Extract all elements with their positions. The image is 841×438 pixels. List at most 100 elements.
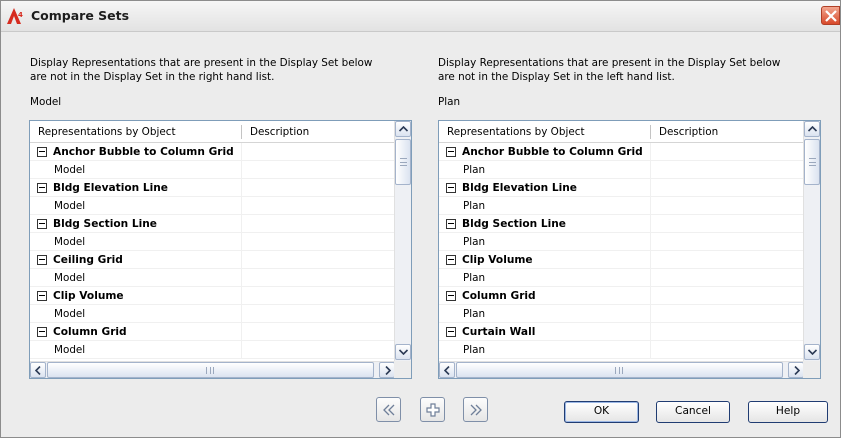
row-label: Plan [463, 200, 486, 212]
scroll-down-button[interactable] [395, 344, 411, 360]
right-description-line-2: are not in the Display Set in the left h… [438, 71, 675, 83]
copy-to-right-button[interactable] [463, 397, 488, 422]
add-button[interactable] [420, 397, 445, 422]
tree-child-row[interactable]: Plan [439, 197, 805, 215]
tree-group-row[interactable]: Ceiling Grid [30, 251, 396, 269]
collapse-toggle-icon[interactable] [446, 255, 456, 265]
tree-child-row[interactable]: Model [30, 341, 396, 359]
scroll-left-button[interactable] [439, 362, 455, 378]
tree-child-row[interactable]: Plan [439, 305, 805, 323]
column-separator[interactable] [241, 125, 242, 139]
column-header-representations[interactable]: Representations by Object [447, 126, 585, 138]
tree-child-row[interactable]: Model [30, 197, 396, 215]
scroll-right-button[interactable] [379, 362, 395, 378]
right-list-header: Representations by Object Description [439, 121, 805, 143]
row-label: Model [54, 200, 86, 212]
tree-group-row[interactable]: Anchor Bubble to Column Grid [30, 143, 396, 161]
tree-group-row[interactable]: Bldg Section Line [439, 215, 805, 233]
close-icon [825, 10, 837, 22]
collapse-toggle-icon[interactable] [37, 255, 47, 265]
tree-group-row[interactable]: Bldg Elevation Line [439, 179, 805, 197]
column-header-description[interactable]: Description [659, 126, 718, 138]
tree-group-row[interactable]: Bldg Section Line [30, 215, 396, 233]
column-header-description[interactable]: Description [250, 126, 309, 138]
collapse-toggle-icon[interactable] [37, 219, 47, 229]
plus-icon [426, 403, 440, 417]
chevron-right-icon [385, 366, 391, 375]
chevron-right-icon [794, 366, 800, 375]
right-description-line-1: Display Representations that are present… [438, 57, 781, 69]
chevron-up-icon [399, 126, 408, 132]
svg-text:4: 4 [18, 11, 23, 19]
tree-child-row[interactable]: Plan [439, 161, 805, 179]
tree-group-row[interactable]: Clip Volume [30, 287, 396, 305]
left-horizontal-scrollbar[interactable] [30, 361, 396, 378]
tree-child-row[interactable]: Model [30, 233, 396, 251]
window-title: Compare Sets [31, 8, 130, 23]
collapse-toggle-icon[interactable] [37, 327, 47, 337]
left-description: Display Representations that are present… [30, 56, 372, 84]
scroll-left-button[interactable] [30, 362, 46, 378]
left-representation-list[interactable]: Representations by Object Description An… [29, 120, 412, 379]
tree-child-row[interactable]: Plan [439, 269, 805, 287]
right-vertical-scrollbar[interactable] [803, 121, 820, 361]
tree-group-row[interactable]: Curtain Wall [439, 323, 805, 341]
autocad-architecture-icon: 4 [7, 8, 23, 24]
vertical-scroll-thumb[interactable] [395, 139, 411, 185]
tree-group-row[interactable]: Anchor Bubble to Column Grid [439, 143, 805, 161]
left-set-name: Model [30, 96, 62, 108]
left-vertical-scrollbar[interactable] [394, 121, 411, 361]
collapse-toggle-icon[interactable] [37, 291, 47, 301]
row-label: Bldg Section Line [462, 218, 566, 230]
horizontal-scroll-thumb[interactable] [47, 362, 374, 378]
row-label: Plan [463, 308, 486, 320]
row-label: Bldg Elevation Line [53, 182, 168, 194]
scroll-corner [394, 361, 411, 378]
tree-child-row[interactable]: Plan [439, 341, 805, 359]
scroll-right-button[interactable] [788, 362, 804, 378]
scroll-up-button[interactable] [395, 121, 411, 137]
collapse-toggle-icon[interactable] [446, 147, 456, 157]
collapse-toggle-icon[interactable] [37, 183, 47, 193]
ok-button[interactable]: OK [564, 401, 639, 423]
collapse-toggle-icon[interactable] [446, 291, 456, 301]
row-label: Plan [463, 272, 486, 284]
row-label: Bldg Elevation Line [462, 182, 577, 194]
tree-child-row[interactable]: Model [30, 305, 396, 323]
copy-to-left-button[interactable] [376, 397, 401, 422]
scroll-corner [803, 361, 820, 378]
chevron-up-icon [808, 126, 817, 132]
column-separator[interactable] [650, 125, 651, 139]
chevron-down-icon [808, 349, 817, 355]
tree-child-row[interactable]: Model [30, 161, 396, 179]
collapse-toggle-icon[interactable] [446, 327, 456, 337]
title-bar[interactable]: 4 Compare Sets [1, 1, 840, 32]
right-representation-list[interactable]: Representations by Object Description An… [438, 120, 821, 379]
horizontal-scroll-thumb[interactable] [456, 362, 783, 378]
collapse-toggle-icon[interactable] [446, 219, 456, 229]
column-header-representations[interactable]: Representations by Object [38, 126, 176, 138]
row-label: Anchor Bubble to Column Grid [462, 146, 643, 158]
scroll-down-button[interactable] [804, 344, 820, 360]
collapse-toggle-icon[interactable] [446, 183, 456, 193]
double-chevron-right-icon [470, 404, 482, 416]
row-label: Column Grid [462, 290, 536, 302]
tree-group-row[interactable]: Bldg Elevation Line [30, 179, 396, 197]
row-label: Anchor Bubble to Column Grid [53, 146, 234, 158]
tree-child-row[interactable]: Model [30, 269, 396, 287]
scroll-up-button[interactable] [804, 121, 820, 137]
row-label: Model [54, 236, 86, 248]
tree-group-row[interactable]: Column Grid [439, 287, 805, 305]
chevron-left-icon [444, 366, 450, 375]
collapse-toggle-icon[interactable] [37, 147, 47, 157]
tree-group-row[interactable]: Clip Volume [439, 251, 805, 269]
close-button[interactable] [821, 6, 840, 25]
right-set-name: Plan [438, 96, 461, 108]
right-horizontal-scrollbar[interactable] [439, 361, 805, 378]
help-button[interactable]: Help [748, 401, 828, 423]
tree-child-row[interactable]: Plan [439, 233, 805, 251]
tree-group-row[interactable]: Column Grid [30, 323, 396, 341]
vertical-scroll-thumb[interactable] [804, 139, 820, 185]
row-label: Plan [463, 236, 486, 248]
cancel-button[interactable]: Cancel [656, 401, 730, 423]
